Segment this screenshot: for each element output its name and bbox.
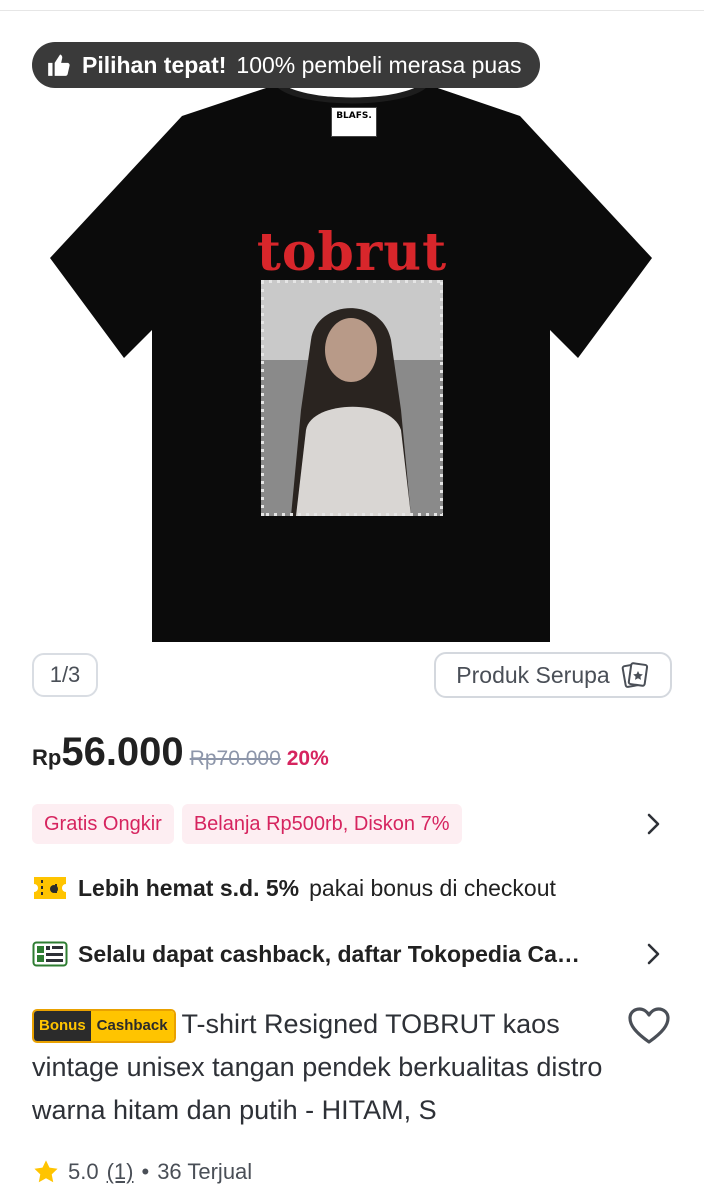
chevron-right-icon[interactable] (641, 942, 665, 966)
print-title: tobrut (256, 222, 448, 283)
cashback-line-text: Selalu dapat cashback, daftar Tokopedia … (78, 940, 580, 967)
badge-cashback-label: Cashback (90, 1010, 174, 1041)
price-amount: 56.000 (61, 730, 184, 774)
cashback-line[interactable]: Selalu dapat cashback, daftar Tokopedia … (32, 937, 580, 971)
heart-icon[interactable] (627, 1006, 671, 1046)
separator-dot: • (141, 1159, 150, 1184)
original-price: Rp70.000 (189, 747, 281, 770)
choice-banner: Pilihan tepat! 100% pembeli merasa puas (32, 42, 540, 88)
top-divider (0, 10, 704, 11)
brand-tag: BLAFS. (331, 107, 377, 137)
badge-bonus-label: Bonus (34, 1010, 91, 1041)
choice-text: 100% pembeli merasa puas (236, 51, 522, 78)
cards-icon (621, 662, 648, 688)
card-icon (32, 941, 68, 967)
product-title: Bonus Cashback T-shirt Resigned TOBRUT k… (32, 1003, 622, 1132)
star-icon (34, 1160, 58, 1183)
promo-row[interactable]: Gratis Ongkir Belanja Rp500rb, Diskon 7% (32, 804, 462, 844)
price-currency: Rp (32, 745, 62, 770)
ticket-icon (34, 877, 66, 899)
blurred-photo-graphic (261, 280, 443, 516)
promo-chip-free-shipping[interactable]: Gratis Ongkir (32, 804, 174, 844)
image-counter: 1/3 (32, 653, 98, 697)
bonus-cashback-badge: Bonus Cashback (32, 1008, 176, 1043)
discount-percent: 20% (286, 747, 329, 770)
chevron-right-icon[interactable] (641, 812, 665, 836)
similar-products-button[interactable]: Produk Serupa (434, 652, 672, 698)
bonus-line[interactable]: Lebih hemat s.d. 5% pakai bonus di check… (32, 871, 556, 905)
choice-highlight: Pilihan tepat! (82, 51, 227, 78)
thumbs-up-icon (48, 54, 70, 76)
price-row: Rp 56.000 Rp70.000 20% (32, 730, 329, 786)
bonus-line-text: pakai bonus di checkout (309, 874, 556, 901)
rating-count-link[interactable]: (1) (107, 1159, 134, 1185)
print-photo (261, 280, 443, 516)
rating-row: 5.0 (1) • 36 Terjual (32, 1155, 252, 1189)
sold-count: 36 Terjual (157, 1159, 253, 1184)
promo-chip-discount[interactable]: Belanja Rp500rb, Diskon 7% (181, 804, 462, 844)
similar-products-label: Produk Serupa (456, 661, 610, 688)
bonus-line-strong: Lebih hemat s.d. 5% (78, 874, 300, 901)
rating-score: 5.0 (68, 1159, 99, 1184)
